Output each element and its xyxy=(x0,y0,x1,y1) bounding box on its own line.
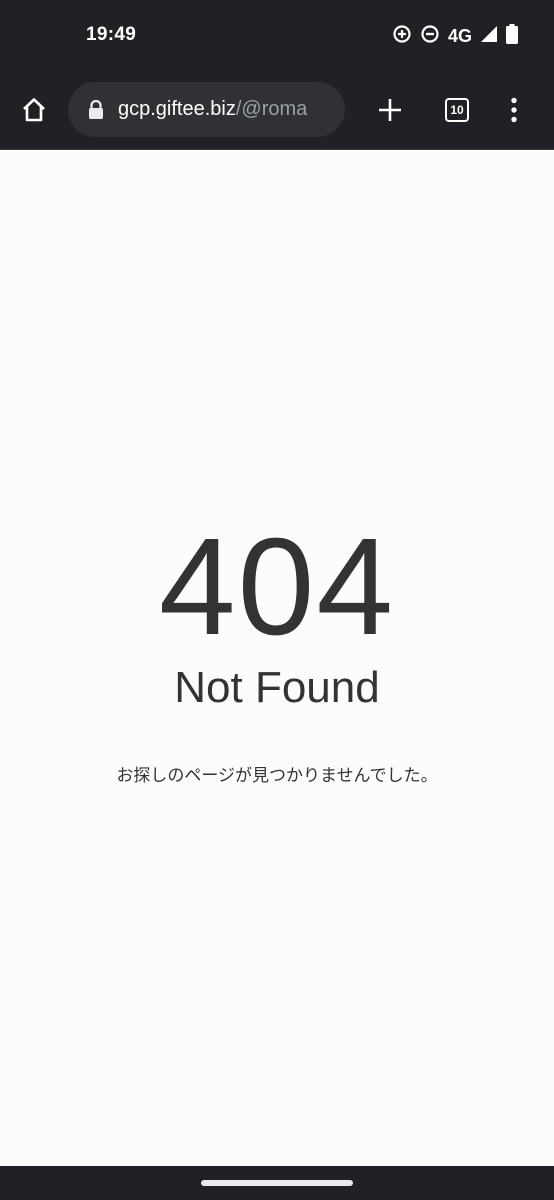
home-button[interactable] xyxy=(14,90,54,130)
status-icons: 4G xyxy=(384,23,518,49)
page-content: 404 Not Found お探しのページが見つかりませんでした。 xyxy=(0,150,554,1166)
menu-button[interactable] xyxy=(494,90,534,130)
gesture-home-indicator[interactable] xyxy=(201,1180,353,1186)
more-vert-icon xyxy=(511,97,517,123)
lock-icon xyxy=(89,99,103,119)
tab-switcher-button[interactable]: 10 xyxy=(437,90,477,130)
signal-icon xyxy=(480,25,498,48)
home-icon xyxy=(23,98,45,122)
battery-icon xyxy=(506,23,518,49)
url-path: /@roma xyxy=(235,98,308,120)
status-bar: 19:49 4G xyxy=(0,0,554,70)
new-tab-button[interactable] xyxy=(370,90,410,130)
error-message: お探しのページが見つかりませんでした。 xyxy=(116,766,438,786)
url-text[interactable]: gcp.giftee.biz/@roma xyxy=(118,98,307,121)
tab-count: 10 xyxy=(445,98,469,122)
network-type: 4G xyxy=(447,26,472,46)
data-saver-icon xyxy=(392,24,412,49)
status-time: 19:49 xyxy=(86,24,137,45)
url-bar[interactable]: gcp.giftee.biz/@roma xyxy=(68,82,345,137)
plus-icon xyxy=(379,99,401,121)
browser-toolbar: gcp.giftee.biz/@roma 10 xyxy=(0,70,554,150)
system-nav-bar xyxy=(0,1166,554,1200)
error-code: 404 xyxy=(158,510,396,664)
url-host: gcp.giftee.biz xyxy=(118,98,236,120)
do-not-disturb-icon xyxy=(420,24,440,49)
error-title: Not Found xyxy=(174,663,380,712)
